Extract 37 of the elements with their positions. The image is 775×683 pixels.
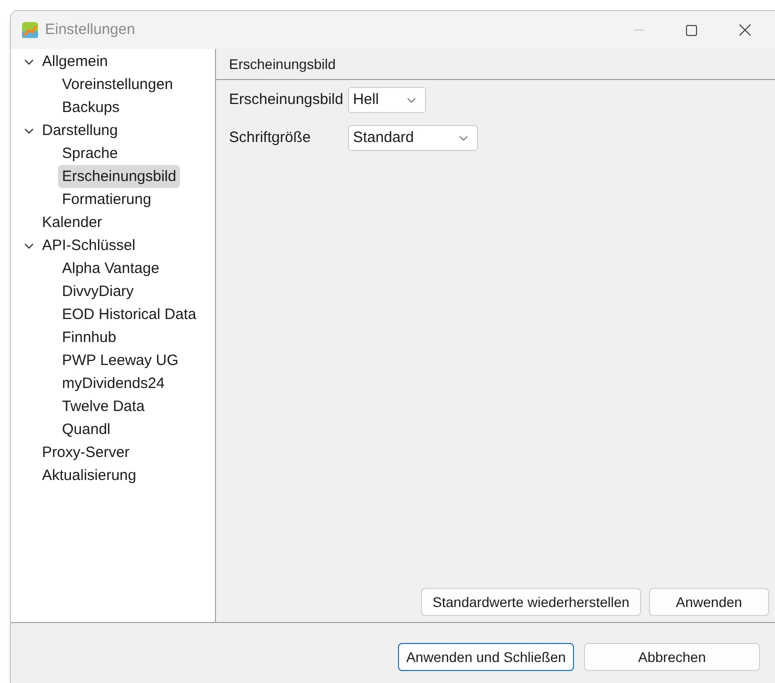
tree-item[interactable]: myDividends24 xyxy=(58,372,169,395)
page-title: Erscheinungsbild xyxy=(229,54,336,74)
field-label: Erscheinungsbild xyxy=(229,90,344,110)
tree-item[interactable]: Sprache xyxy=(58,142,122,165)
tree-item[interactable]: Quandl xyxy=(58,418,114,441)
maximize-icon[interactable] xyxy=(686,24,697,36)
button[interactable]: Anwenden und Schließen xyxy=(398,643,574,671)
caret-icon xyxy=(407,98,416,102)
window-title: Einstellungen xyxy=(45,20,136,40)
tree-item[interactable]: Allgemein xyxy=(38,50,112,73)
tree-item[interactable]: API-Schlüssel xyxy=(38,234,140,257)
tree-item[interactable]: DivvyDiary xyxy=(58,280,138,303)
dropdown[interactable]: Standard xyxy=(348,125,478,151)
field-label: Schriftgröße xyxy=(229,128,312,148)
chevron-icon[interactable] xyxy=(24,56,34,66)
tree-item[interactable]: EOD Historical Data xyxy=(58,303,200,326)
tree-item[interactable]: Erscheinungsbild xyxy=(58,165,180,188)
dropdown[interactable]: Hell xyxy=(348,87,426,113)
chevron-icon[interactable] xyxy=(24,126,34,136)
close-icon[interactable] xyxy=(739,24,751,36)
tree-item[interactable]: Aktualisierung xyxy=(38,464,140,487)
tree-item[interactable]: Formatierung xyxy=(58,188,156,211)
chevron-icon[interactable] xyxy=(24,240,34,250)
tree-item[interactable]: Proxy-Server xyxy=(38,441,134,464)
button[interactable]: Abbrechen xyxy=(584,643,760,671)
tree-item[interactable]: Alpha Vantage xyxy=(58,257,164,280)
tree-item[interactable]: Backups xyxy=(58,96,124,119)
app-icon xyxy=(22,22,38,38)
tree-item[interactable]: Twelve Data xyxy=(58,395,149,418)
caret-icon xyxy=(459,136,468,140)
button[interactable]: Anwenden xyxy=(649,588,769,616)
tree-item[interactable]: PWP Leeway UG xyxy=(58,349,182,372)
button[interactable]: Standardwerte wiederherstellen xyxy=(421,588,641,616)
tree-item[interactable]: Finnhub xyxy=(58,326,120,349)
tree-item[interactable]: Darstellung xyxy=(38,119,122,142)
tree-item[interactable]: Kalender xyxy=(38,211,106,234)
tree-item[interactable]: Voreinstellungen xyxy=(58,73,177,96)
